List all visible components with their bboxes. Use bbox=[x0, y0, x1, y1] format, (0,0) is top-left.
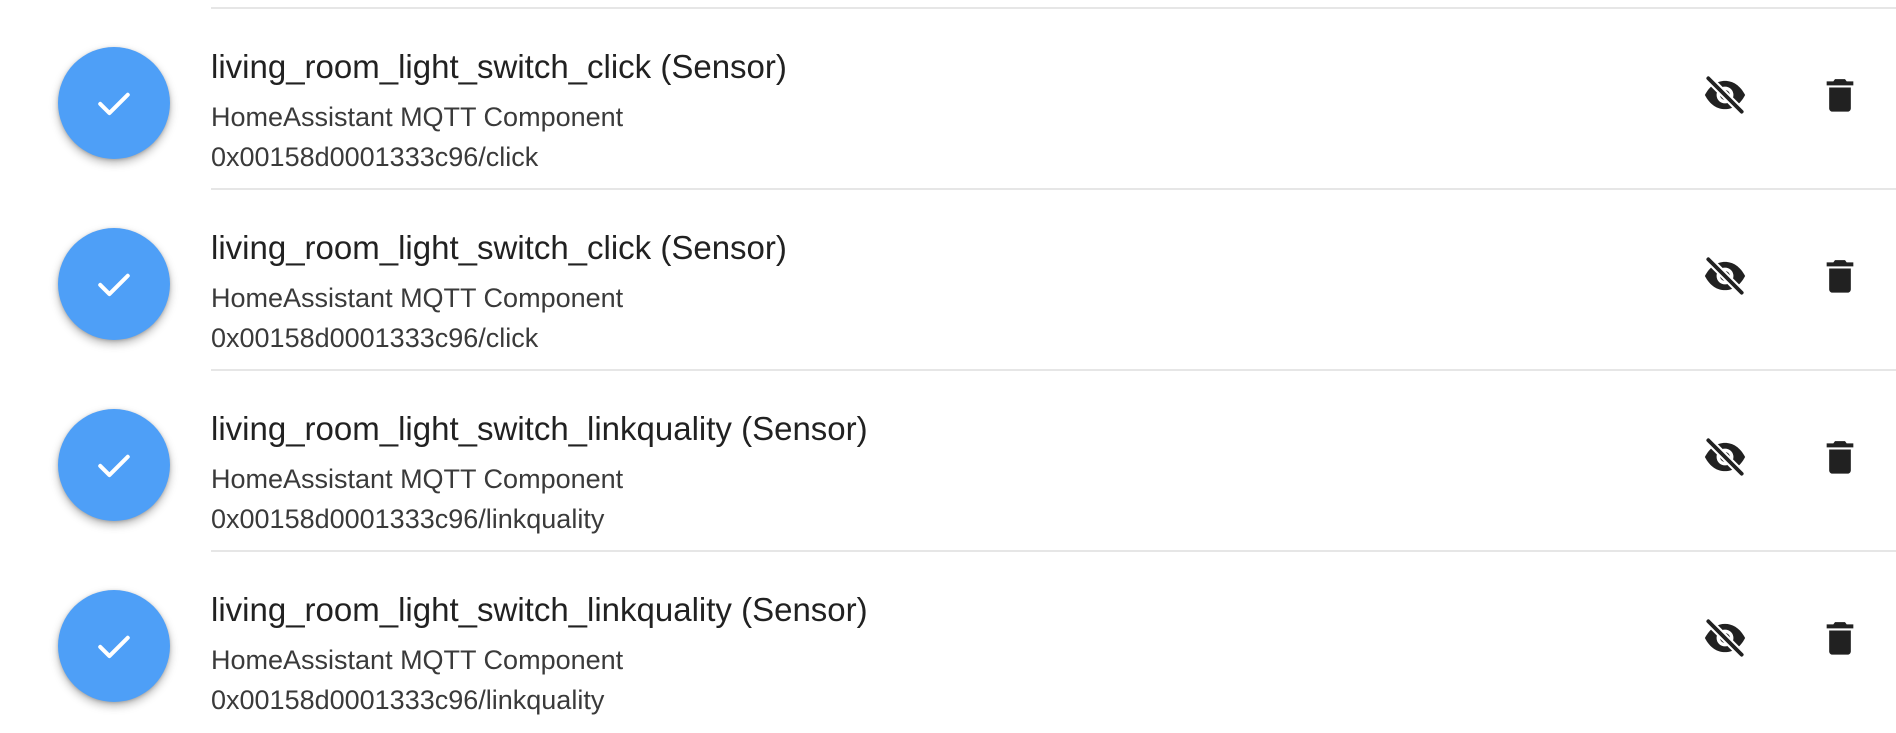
entity-topic: 0x00158d0001333c96/click bbox=[211, 323, 539, 353]
delete-entity-button[interactable] bbox=[1808, 606, 1872, 670]
entity-row: living_room_light_switch_click (Sensor) … bbox=[0, 190, 1896, 371]
trash-icon bbox=[1826, 79, 1854, 112]
selected-checkbox[interactable] bbox=[58, 409, 170, 521]
eye-off-icon bbox=[1704, 617, 1746, 659]
entity-row: living_room_light_switch_linkquality (Se… bbox=[0, 552, 1896, 733]
entity-title: living_room_light_switch_linkquality (Se… bbox=[211, 591, 868, 628]
hide-entity-button[interactable] bbox=[1693, 425, 1757, 489]
entity-title: living_room_light_switch_click (Sensor) bbox=[211, 48, 787, 85]
selected-checkbox[interactable] bbox=[58, 228, 170, 340]
check-icon bbox=[98, 454, 130, 478]
entity-subtitle: HomeAssistant MQTT Component bbox=[211, 102, 624, 132]
entity-title: living_room_light_switch_click (Sensor) bbox=[211, 229, 787, 266]
trash-icon bbox=[1826, 441, 1854, 474]
eye-off-icon bbox=[1704, 255, 1746, 297]
check-icon bbox=[98, 635, 130, 659]
selected-checkbox[interactable] bbox=[58, 47, 170, 159]
hide-entity-button[interactable] bbox=[1693, 63, 1757, 127]
delete-entity-button[interactable] bbox=[1808, 63, 1872, 127]
hide-entity-button[interactable] bbox=[1693, 244, 1757, 308]
entity-list: living_room_light_switch_click (Sensor) … bbox=[0, 0, 1896, 728]
entity-topic: 0x00158d0001333c96/click bbox=[211, 142, 539, 172]
delete-entity-button[interactable] bbox=[1808, 425, 1872, 489]
entity-subtitle: HomeAssistant MQTT Component bbox=[211, 645, 624, 675]
entity-subtitle: HomeAssistant MQTT Component bbox=[211, 464, 624, 494]
entity-row: living_room_light_switch_click (Sensor) … bbox=[0, 9, 1896, 190]
entity-row: living_room_light_switch_linkquality (Se… bbox=[0, 371, 1896, 552]
eye-off-icon bbox=[1704, 436, 1746, 478]
trash-icon bbox=[1826, 260, 1854, 293]
entity-subtitle: HomeAssistant MQTT Component bbox=[211, 283, 624, 313]
entity-topic: 0x00158d0001333c96/linkquality bbox=[211, 504, 605, 534]
trash-icon bbox=[1826, 622, 1854, 655]
delete-entity-button[interactable] bbox=[1808, 244, 1872, 308]
selected-checkbox[interactable] bbox=[58, 590, 170, 702]
entity-title: living_room_light_switch_linkquality (Se… bbox=[211, 410, 868, 447]
check-icon bbox=[98, 273, 130, 297]
eye-off-icon bbox=[1704, 74, 1746, 116]
check-icon bbox=[98, 92, 130, 116]
entity-topic: 0x00158d0001333c96/linkquality bbox=[211, 685, 605, 715]
hide-entity-button[interactable] bbox=[1693, 606, 1757, 670]
